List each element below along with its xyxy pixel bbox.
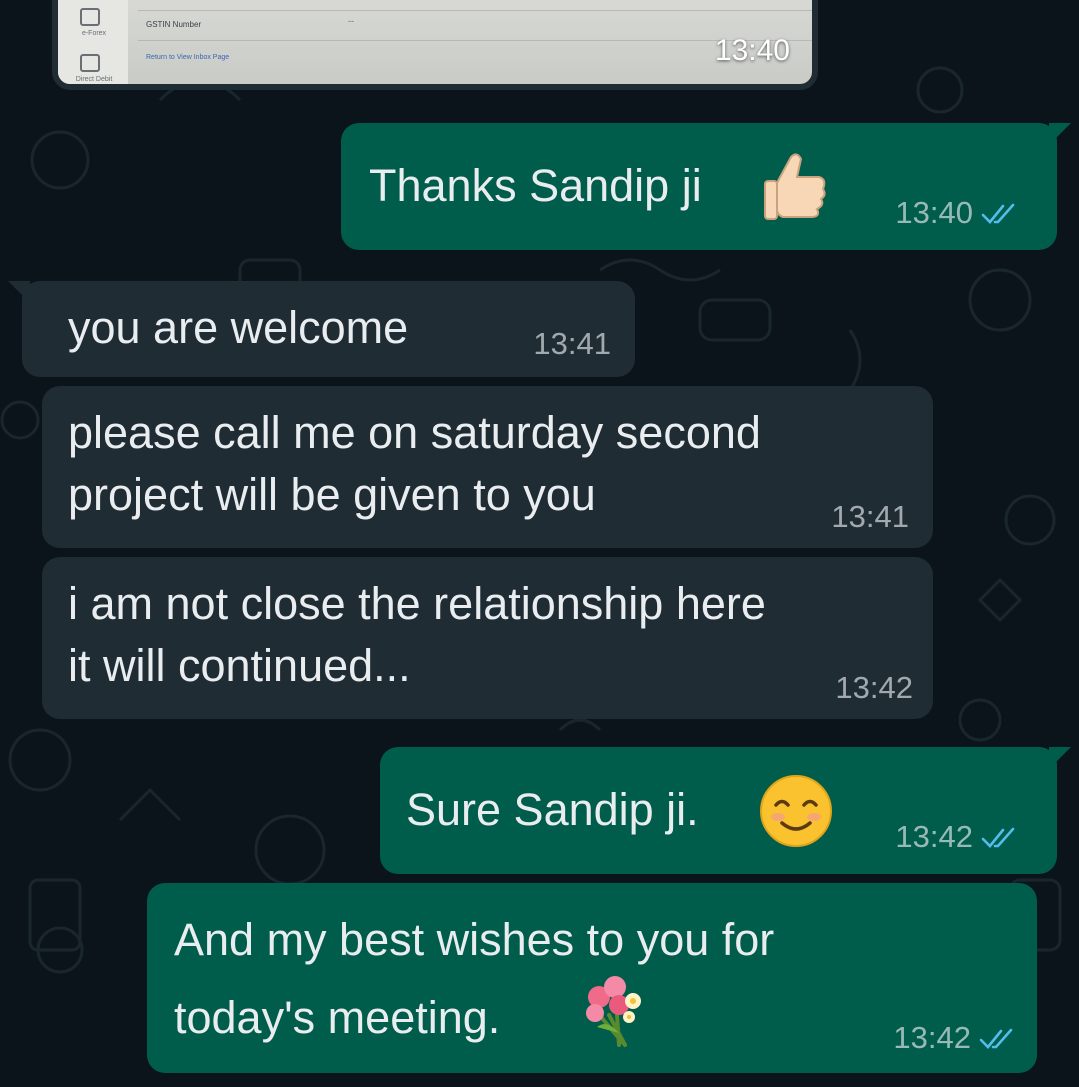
outgoing-message[interactable]: And my best wishes to you for today's me… (147, 883, 1037, 1073)
preview-side-label: Direct Debit (75, 76, 113, 83)
preview-link: Return to View Inbox Page (146, 54, 230, 61)
image-preview[interactable]: e-Forex Direct Debit GSTIN Number -- Ret… (58, 0, 812, 84)
message-text: i am not close the relationship here it … (68, 578, 766, 691)
read-receipt-icon (981, 822, 1017, 856)
message-time: 13:42 (895, 819, 973, 855)
message-text: Sure Sandip ji. (406, 784, 699, 835)
smiling-face-icon (758, 773, 834, 865)
message-text: Thanks Sandip ji (369, 160, 702, 211)
read-receipt-icon (979, 1023, 1015, 1057)
message-text: you are welcome (68, 302, 409, 353)
read-receipt-icon (981, 198, 1017, 232)
message-time: 13:41 (831, 499, 909, 534)
outgoing-message[interactable]: Sure Sandip ji. 13:42 (380, 747, 1071, 874)
bouquet-icon (579, 971, 651, 1067)
incoming-message[interactable]: you are welcome 13:41 (8, 281, 635, 377)
message-meta: 13:40 (895, 196, 1017, 232)
message-text: please call me on saturday second projec… (68, 407, 761, 520)
message-time: 13:42 (835, 670, 913, 705)
message-meta: 13:42 (895, 820, 1017, 856)
divider (138, 40, 812, 41)
message-time: 13:42 (893, 1020, 971, 1056)
message-time: 13:41 (533, 326, 611, 361)
debit-icon (80, 54, 100, 72)
image-message[interactable]: e-Forex Direct Debit GSTIN Number -- Ret… (52, 0, 818, 90)
preview-field-label: GSTIN Number (146, 20, 202, 29)
message-text: And my best wishes to you for today's me… (174, 914, 775, 1043)
divider (138, 10, 812, 11)
outgoing-message[interactable]: Thanks Sandip ji 13:40 (341, 123, 1071, 250)
forex-icon (80, 8, 100, 26)
message-time: 13:40 (714, 34, 790, 67)
incoming-message[interactable]: please call me on saturday second projec… (42, 386, 933, 548)
preview-side-label: e-Forex (81, 30, 107, 37)
thumbs-up-icon (761, 149, 831, 241)
preview-field-value: -- (348, 16, 354, 26)
message-time: 13:40 (895, 195, 973, 231)
incoming-message[interactable]: i am not close the relationship here it … (42, 557, 933, 719)
message-meta: 13:42 (893, 1021, 1015, 1057)
